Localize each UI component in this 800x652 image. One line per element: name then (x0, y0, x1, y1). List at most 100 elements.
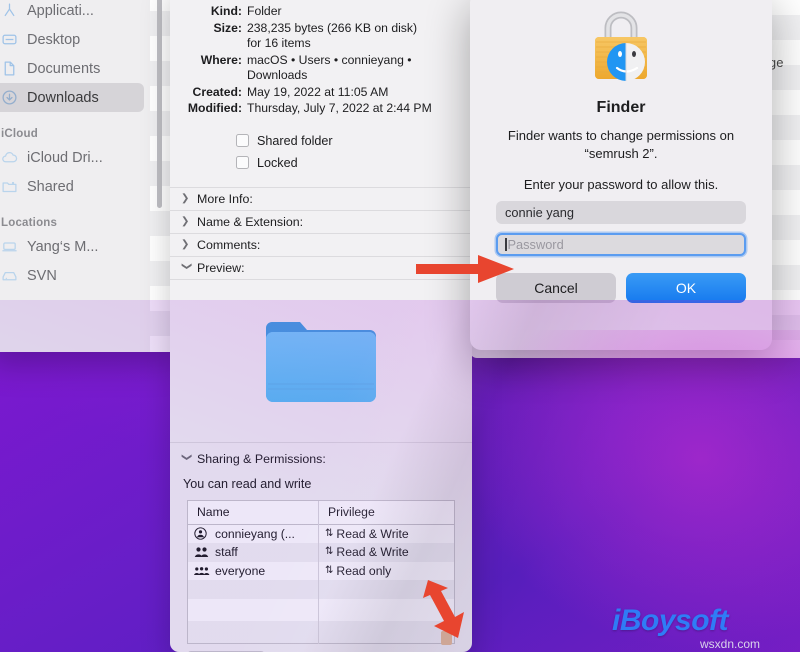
sidebar-item-label: Applicati... (27, 2, 94, 19)
sidebar-item-applications[interactable]: Applicati... (0, 0, 144, 25)
section-more-info[interactable]: ❯ More Info: (170, 186, 472, 210)
shared-folder-checkbox[interactable] (236, 134, 249, 147)
shared-folder-icon (0, 177, 19, 196)
folder-icon (266, 321, 376, 402)
watermark-logo: iBoysoft (612, 604, 729, 637)
sidebar-item-yangs-mac[interactable]: Yang‘s M... (0, 232, 144, 261)
cancel-button[interactable]: Cancel (496, 273, 616, 303)
sidebar-section-icloud: iCloud (1, 128, 38, 140)
preview-area (170, 278, 472, 442)
password-placeholder: Password (507, 237, 564, 252)
dialog-message-line2: “semrush 2”. (584, 146, 658, 161)
metadata-value-cont: for 16 items (247, 36, 311, 50)
metadata-value: 238,235 bytes (266 KB on disk) (247, 20, 418, 35)
row-name: staff (215, 545, 238, 560)
column-header-privilege[interactable]: Privilege (319, 505, 454, 519)
sharing-subtitle: You can read and write (183, 476, 312, 491)
locked-checkbox[interactable] (236, 156, 249, 169)
shared-folder-checkbox-row[interactable]: Shared folder (236, 130, 458, 152)
sidebar-item-icloud-drive[interactable]: iCloud Dri... (0, 143, 144, 172)
metadata-value: Thursday, July 7, 2022 at 2:44 PM (247, 101, 432, 115)
metadata-value-cont: Downloads (247, 68, 308, 82)
section-comments[interactable]: ❯ Comments: (170, 232, 472, 256)
text-caret (505, 238, 507, 251)
lock-button[interactable] (441, 631, 452, 645)
username-field[interactable]: connie yang (496, 201, 746, 224)
chevron-right-icon[interactable]: ❯ (181, 239, 192, 250)
ok-button[interactable]: OK (626, 273, 746, 303)
finder-password-dialog[interactable]: Finder Finder wants to change permission… (470, 0, 772, 350)
row-name: everyone (215, 563, 266, 578)
sidebar-scrollbar[interactable] (157, 0, 162, 208)
chevron-down-icon[interactable]: ❯ (181, 453, 192, 464)
sidebar-item-desktop[interactable]: Desktop (0, 25, 144, 54)
chevron-right-icon[interactable]: ❯ (181, 193, 192, 204)
row-privilege[interactable]: Read only (336, 564, 391, 578)
metadata-key: Size: (213, 20, 242, 35)
finder-lock-icon (595, 11, 647, 81)
cloud-icon (0, 148, 19, 167)
table-empty-row (188, 620, 454, 643)
sharing-title: Sharing & Permissions: (197, 451, 326, 466)
section-label: Name & Extension: (197, 214, 304, 229)
sidebar-item-downloads[interactable]: Downloads (0, 83, 144, 112)
sidebar-item-label: Documents (27, 60, 101, 77)
sidebar-item-label: Desktop (27, 31, 81, 48)
document-icon (0, 59, 19, 78)
group-icon (194, 546, 210, 559)
server-icon (0, 266, 19, 285)
watermark-sub: wsxdn.com (700, 637, 761, 651)
section-name-extension[interactable]: ❯ Name & Extension: (170, 209, 472, 233)
stepper-icon[interactable]: ⇅ (325, 528, 333, 539)
metadata-key: Created: (192, 84, 242, 99)
table-row[interactable]: connieyang (... ⇅ Read & Write (188, 525, 454, 544)
laptop-icon (0, 237, 19, 256)
dialog-prompt: Enter your password to allow this. (523, 177, 719, 192)
dialog-message-line1: Finder wants to change permissions on (507, 128, 735, 143)
table-header: Name Privilege (188, 500, 454, 525)
dialog-message: Finder wants to change permissions on “s… (496, 127, 746, 163)
applications-icon (0, 1, 19, 20)
stepper-icon[interactable]: ⇅ (325, 547, 333, 557)
section-label: Comments: (197, 237, 261, 252)
desktop-icon (0, 30, 19, 49)
sharing-permissions-section: ❯ Sharing & Permissions: You can read an… (170, 441, 472, 652)
table-row[interactable]: everyone ⇅ Read only (188, 562, 454, 581)
metadata-row: Kind: Folder (180, 4, 458, 20)
section-label: Preview: (197, 260, 245, 275)
finder-sidebar: Applicati... Desktop Documents Downloads… (0, 0, 150, 352)
table-row[interactable]: staff ⇅ Read & Write (188, 543, 454, 562)
sidebar-item-shared[interactable]: Shared (0, 172, 144, 201)
table-empty-row (188, 599, 454, 621)
permissions-table[interactable]: Name Privilege connieyang (... ⇅ Read & … (187, 499, 455, 644)
metadata-value: May 19, 2022 at 11:05 AM (247, 84, 389, 99)
desktop-screen: kage (0, 0, 800, 652)
checkbox-label: Locked (257, 155, 298, 170)
section-label: More Info: (197, 191, 253, 206)
chevron-right-icon[interactable]: ❯ (181, 216, 192, 227)
row-privilege[interactable]: Read & Write (336, 545, 408, 559)
sidebar-item-documents[interactable]: Documents (0, 54, 144, 83)
metadata-key: Modified: (187, 101, 242, 115)
finder-window[interactable]: Applicati... Desktop Documents Downloads… (0, 0, 184, 352)
get-info-panel[interactable]: Kind: Folder Size: 238,235 bytes (266 KB… (170, 0, 472, 652)
column-header-name[interactable]: Name (188, 500, 319, 524)
chevron-down-icon[interactable]: ❯ (181, 262, 192, 273)
section-preview[interactable]: ❯ Preview: (170, 255, 472, 279)
sharing-header[interactable]: ❯ Sharing & Permissions: (170, 449, 472, 469)
row-name: connieyang (... (215, 526, 295, 541)
row-privilege[interactable]: Read & Write (336, 527, 408, 541)
sidebar-item-label: SVN (27, 267, 57, 284)
sidebar-item-label: Downloads (27, 89, 99, 106)
locked-checkbox-row[interactable]: Locked (236, 152, 458, 174)
everyone-icon (194, 564, 210, 577)
sidebar-item-label: Shared (27, 178, 74, 195)
sidebar-section-locations: Locations (1, 217, 58, 229)
column-separator (318, 523, 319, 644)
stepper-icon[interactable]: ⇅ (325, 565, 333, 576)
password-field[interactable]: Password (496, 233, 746, 256)
sidebar-item-svn[interactable]: SVN (0, 261, 144, 290)
